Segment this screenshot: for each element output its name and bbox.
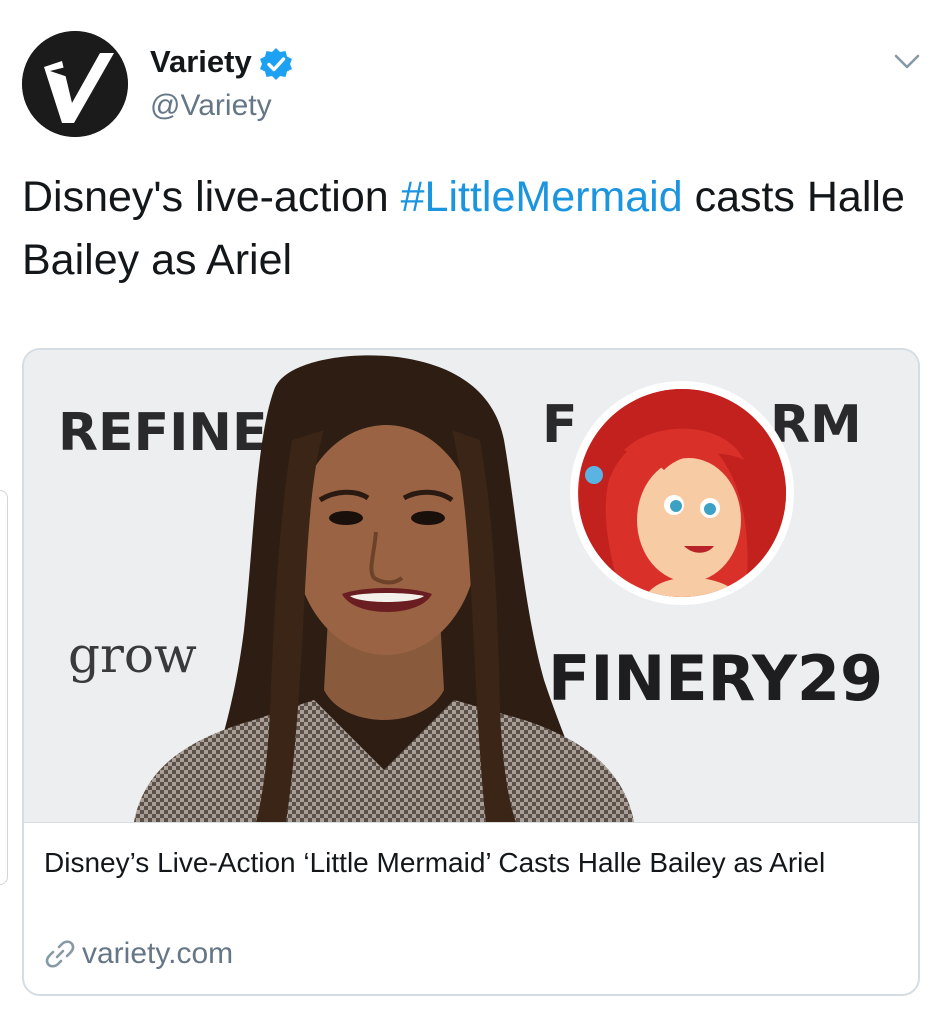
hashtag-link[interactable]: #LittleMermaid [401, 173, 683, 221]
tweet-page: Variety @Variety Disney's live-action #L… [0, 0, 942, 1024]
backdrop-text-refine: REFINE [58, 403, 267, 463]
card-title[interactable]: Disney’s Live-Action ‘Little Mermaid’ Ca… [44, 842, 894, 884]
verified-badge-icon [260, 48, 292, 80]
author-avatar[interactable] [22, 31, 128, 137]
variety-logo-icon [22, 31, 128, 137]
author-name[interactable]: Variety [150, 44, 252, 80]
card-domain: variety.com [82, 937, 234, 970]
card-image[interactable]: REFINE F RM grow FINERY29 [24, 350, 918, 823]
author-handle[interactable]: @Variety [150, 88, 272, 124]
link-icon [45, 940, 75, 968]
backdrop-text-grow: grow [68, 626, 197, 684]
link-preview-card[interactable]: REFINE F RM grow FINERY29 Disney’s Live-… [22, 348, 920, 996]
backdrop-text-finery29: FINERY29 [548, 642, 883, 715]
card-domain-link[interactable]: variety.com [44, 934, 233, 974]
tweet-text: Disney's live-action #LittleMermaid cast… [22, 166, 922, 292]
backdrop-text-f: F [542, 395, 578, 455]
card-photo: REFINE F RM grow FINERY29 [24, 350, 918, 822]
tweet-text-before: Disney's live-action [22, 173, 401, 221]
face [294, 425, 478, 655]
side-drawer-handle[interactable] [0, 490, 8, 885]
chevron-down-icon[interactable] [890, 44, 924, 78]
backdrop-text-rm: RM [770, 395, 862, 455]
